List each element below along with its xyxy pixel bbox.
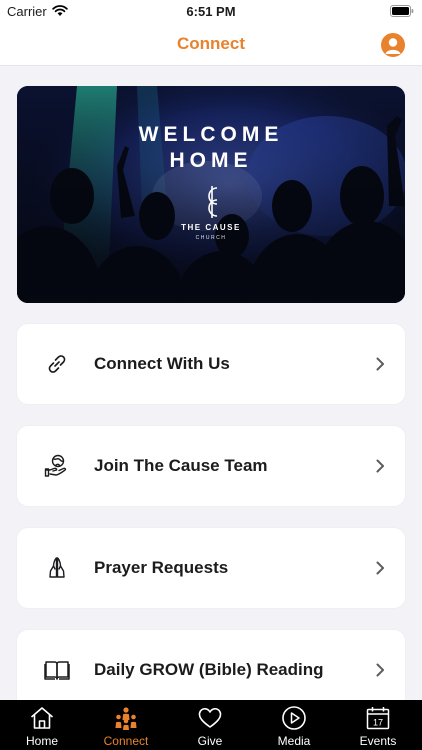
profile-button[interactable] (381, 33, 405, 57)
tab-events[interactable]: 17 Events (336, 700, 420, 750)
tab-home[interactable]: Home (0, 700, 84, 750)
chevron-right-icon (376, 663, 384, 677)
card-label: Daily GROW (Bible) Reading (94, 660, 324, 679)
welcome-banner: WELCOME HOME THE CAUSE CHURCH (17, 86, 405, 303)
status-bar: Carrier 6:51 PM (0, 0, 422, 22)
prayer-requests-card[interactable]: Prayer Requests (17, 528, 405, 608)
tab-label: Home (25, 734, 58, 748)
banner-brand-name: THE CAUSE (181, 223, 241, 232)
banner-heading-line2: HOME (169, 149, 253, 172)
chevron-right-icon (376, 459, 384, 473)
church-logo-icon (208, 186, 218, 218)
group-icon (115, 707, 137, 730)
connect-with-us-card[interactable]: Connect With Us (17, 324, 405, 404)
battery-icon (390, 5, 414, 17)
tab-connect[interactable]: Connect (84, 700, 168, 750)
card-label: Prayer Requests (94, 558, 229, 577)
join-the-cause-team-card[interactable]: Join The Cause Team (17, 426, 405, 506)
link-icon (48, 355, 66, 373)
home-icon (30, 707, 54, 729)
tab-label: Media (277, 734, 311, 748)
calendar-icon: 17 (366, 707, 390, 730)
play-icon (282, 706, 306, 730)
tab-media[interactable]: Media (252, 700, 336, 750)
hand-globe-icon (44, 454, 67, 477)
nav-bar: Connect (0, 22, 422, 66)
heart-icon (198, 707, 222, 728)
praying-hands-icon (49, 557, 65, 578)
card-label: Connect With Us (94, 354, 230, 373)
calendar-day: 17 (373, 718, 383, 728)
banner-heading-line1: WELCOME (138, 123, 284, 146)
chevron-right-icon (376, 561, 384, 575)
person-icon (385, 38, 401, 54)
tab-label: Give (197, 734, 223, 748)
banner-brand-sub: CHURCH (195, 235, 227, 241)
tab-label: Connect (103, 734, 149, 748)
tab-bar: Home Connect Give Media 17 Events (0, 700, 422, 750)
tab-label: Events (359, 734, 397, 748)
status-time: 6:51 PM (186, 4, 236, 19)
card-label: Join The Cause Team (94, 456, 268, 475)
tab-give[interactable]: Give (168, 700, 252, 750)
chevron-right-icon (376, 357, 384, 371)
daily-grow-reading-card[interactable]: Daily GROW (Bible) Reading (17, 630, 405, 710)
page-title: Connect (177, 34, 245, 53)
open-book-icon (44, 661, 70, 680)
